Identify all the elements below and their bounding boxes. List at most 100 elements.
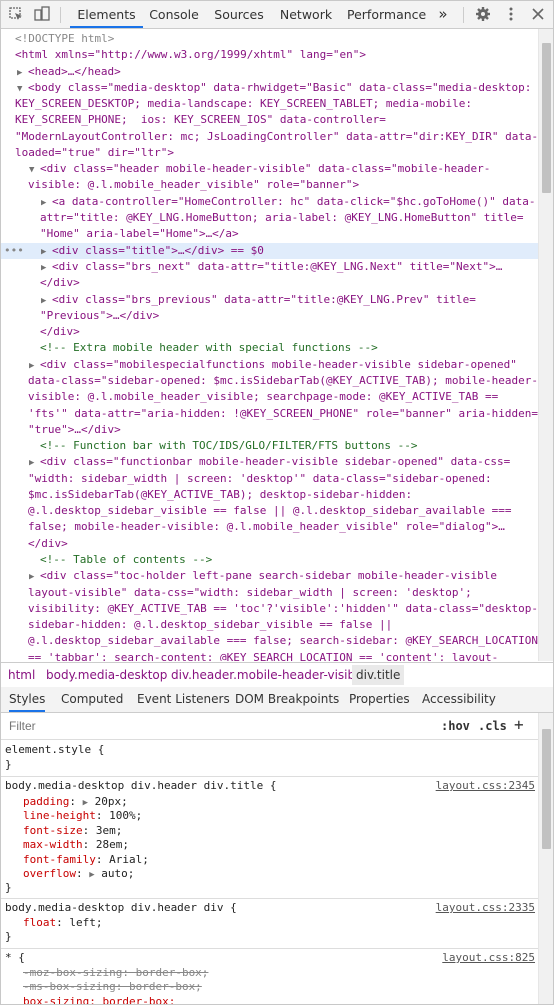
- toolbar-separator: [60, 7, 61, 23]
- tab-computed[interactable]: Computed: [61, 687, 123, 712]
- breadcrumb-header[interactable]: div.header.mobile-header-visible: [171, 668, 366, 682]
- rule-selector[interactable]: * {: [5, 951, 25, 966]
- comment-node[interactable]: <!-- Extra mobile header with special fu…: [40, 340, 378, 356]
- functionbar-node[interactable]: <div class="functionbar mobile-header-vi…: [40, 454, 510, 470]
- breadcrumb-title[interactable]: div.title: [352, 665, 405, 685]
- expand-arrow-icon: ▶: [41, 247, 47, 257]
- functionbar-close: </div>: [28, 537, 68, 550]
- head-node[interactable]: <head>…</head>: [28, 64, 121, 80]
- css-property-row[interactable]: box-sizing: border-box;: [23, 995, 175, 1004]
- css-property-value[interactable]: auto: [101, 867, 128, 880]
- rule-close-brace: }: [5, 881, 12, 894]
- kebab-menu-icon[interactable]: [503, 6, 519, 22]
- tab-event-listeners[interactable]: Event Listeners: [137, 687, 230, 712]
- css-property-name[interactable]: font-family: [23, 853, 96, 866]
- css-property-row[interactable]: font-family: Arial;: [23, 853, 149, 868]
- class-toggle[interactable]: .cls: [478, 719, 507, 733]
- hover-state-toggle[interactable]: :hov: [441, 719, 470, 733]
- expand-arrow-icon: ▶: [41, 198, 47, 208]
- css-property-row[interactable]: max-width: 28em;: [23, 838, 129, 853]
- breadcrumb: html body.media-desktop div.header.mobil…: [1, 662, 553, 688]
- scrollbar-thumb[interactable]: [542, 43, 551, 193]
- devtools-toolbar: Elements Console Sources Network Perform…: [1, 1, 553, 29]
- close-icon[interactable]: [530, 6, 546, 22]
- expand-arrow-icon: ▶: [29, 572, 35, 582]
- device-toolbar-icon[interactable]: [34, 6, 50, 22]
- comment-node[interactable]: <!-- Function bar with TOC/IDS/GLO/FILTE…: [40, 438, 418, 454]
- title-node[interactable]: <div class="title">…</div> == $0: [52, 243, 264, 259]
- functionbar-line: $mc.isSidebarTab(@KEY_ACTIVE_TAB); deskt…: [28, 488, 413, 501]
- rule-source-link[interactable]: layout.css:2335: [436, 901, 535, 916]
- special-functions-node[interactable]: <div class="mobilespecialfunctions mobil…: [40, 357, 517, 373]
- rule-selector[interactable]: body.media-desktop div.header div {: [5, 901, 237, 916]
- special-functions-line: visible: @.l.mobile_header_visible; sear…: [28, 390, 499, 403]
- css-property-value[interactable]: 3em: [96, 824, 116, 837]
- previous-node-line: "Previous">…</div>: [40, 309, 160, 322]
- css-property-name[interactable]: float: [23, 916, 56, 929]
- tab-styles[interactable]: Styles: [9, 687, 46, 712]
- next-node[interactable]: <div class="brs_next" data-attr="title:@…: [52, 259, 502, 275]
- new-rule-button[interactable]: +: [514, 715, 524, 734]
- expand-arrow-icon: ▶: [17, 68, 23, 78]
- rule-separator: [1, 898, 539, 899]
- breadcrumb-html[interactable]: html: [8, 668, 35, 682]
- tab-properties[interactable]: Properties: [349, 687, 410, 712]
- css-property-name[interactable]: padding: [23, 795, 69, 808]
- css-property-value[interactable]: 28em: [96, 838, 123, 851]
- scrollbar-thumb[interactable]: [542, 729, 551, 849]
- rule-close-brace: }: [5, 758, 12, 771]
- css-property-value[interactable]: left: [69, 916, 96, 929]
- filter-input[interactable]: [7, 717, 431, 735]
- anchor-node-line: attr="title: @KEY_LNG.HomeButton; aria-l…: [40, 211, 524, 224]
- special-functions-line: "true">…</div>: [28, 423, 121, 436]
- doctype-node[interactable]: <!DOCTYPE html>: [15, 31, 114, 47]
- tab-console[interactable]: Console: [147, 1, 201, 28]
- styles-filter-bar: :hov .cls +: [1, 713, 539, 740]
- ellipsis-icon[interactable]: •••: [4, 243, 24, 259]
- tab-performance[interactable]: Performance: [347, 1, 426, 28]
- overridden-property[interactable]: -ms-box-sizing: border-box;: [23, 980, 202, 995]
- toc-holder-line: layout-visible" data-css="width: sidebar…: [28, 586, 472, 599]
- toc-holder-node[interactable]: <div class="toc-holder left-pane search-…: [40, 568, 497, 584]
- tab-elements[interactable]: Elements: [70, 1, 143, 28]
- css-property-row[interactable]: overflow: ▶ auto;: [23, 867, 134, 883]
- tab-accessibility[interactable]: Accessibility: [422, 687, 496, 712]
- anchor-node-line: "Home" aria-label="Home">…</a>: [40, 227, 239, 240]
- rule-selector[interactable]: body.media-desktop div.header div.title …: [5, 779, 277, 794]
- anchor-node[interactable]: <a data-controller="HomeController: hc" …: [52, 194, 535, 210]
- inspect-icon[interactable]: [8, 6, 24, 22]
- devtools-window: Elements Console Sources Network Perform…: [0, 0, 554, 1005]
- css-property-row[interactable]: line-height: 100%;: [23, 809, 142, 824]
- header-node[interactable]: <div class="header mobile-header-visible…: [40, 161, 490, 177]
- css-property-value[interactable]: Arial: [109, 853, 142, 866]
- breadcrumb-body[interactable]: body.media-desktop: [46, 668, 167, 682]
- body-node[interactable]: <body class="media-desktop" data-rhwidge…: [28, 80, 531, 96]
- element-style-selector[interactable]: element.style {: [5, 743, 104, 758]
- more-tabs-button[interactable]: »: [432, 1, 454, 28]
- css-property-name[interactable]: max-width: [23, 838, 83, 851]
- css-property-name[interactable]: font-size: [23, 824, 83, 837]
- collapse-arrow-icon: ▼: [17, 84, 23, 94]
- tab-sources[interactable]: Sources: [210, 1, 268, 28]
- expand-arrow-icon: ▶: [41, 296, 47, 306]
- body-node-line: "ModernLayoutController: mc; JsLoadingCo…: [15, 130, 538, 143]
- css-property-name[interactable]: overflow: [23, 867, 76, 880]
- tab-network[interactable]: Network: [277, 1, 335, 28]
- gear-icon[interactable]: [475, 6, 491, 22]
- previous-node[interactable]: <div class="brs_previous" data-attr="tit…: [52, 292, 476, 308]
- css-property-row[interactable]: float: left;: [23, 916, 103, 931]
- styles-scrollbar[interactable]: [538, 713, 553, 1004]
- rule-source-link[interactable]: layout.css:825: [442, 951, 535, 966]
- elements-tree[interactable]: <!DOCTYPE html> <html xmlns="http://www.…: [1, 29, 538, 661]
- tab-dom-breakpoints[interactable]: DOM Breakpoints: [235, 687, 339, 712]
- rule-source-link[interactable]: layout.css:2345: [436, 779, 535, 794]
- comment-node[interactable]: <!-- Table of contents -->: [40, 552, 212, 568]
- css-property-value[interactable]: 20px: [95, 795, 122, 808]
- elements-scrollbar[interactable]: [538, 29, 553, 661]
- html-node[interactable]: <html xmlns="http://www.w3.org/1999/xhtm…: [15, 47, 366, 63]
- css-property-name[interactable]: line-height: [23, 809, 96, 822]
- expand-arrow-icon: ▶: [29, 361, 35, 371]
- css-property-value[interactable]: 100%: [109, 809, 136, 822]
- overridden-property[interactable]: -moz-box-sizing: border-box;: [23, 966, 208, 981]
- css-property-row[interactable]: font-size: 3em;: [23, 824, 122, 839]
